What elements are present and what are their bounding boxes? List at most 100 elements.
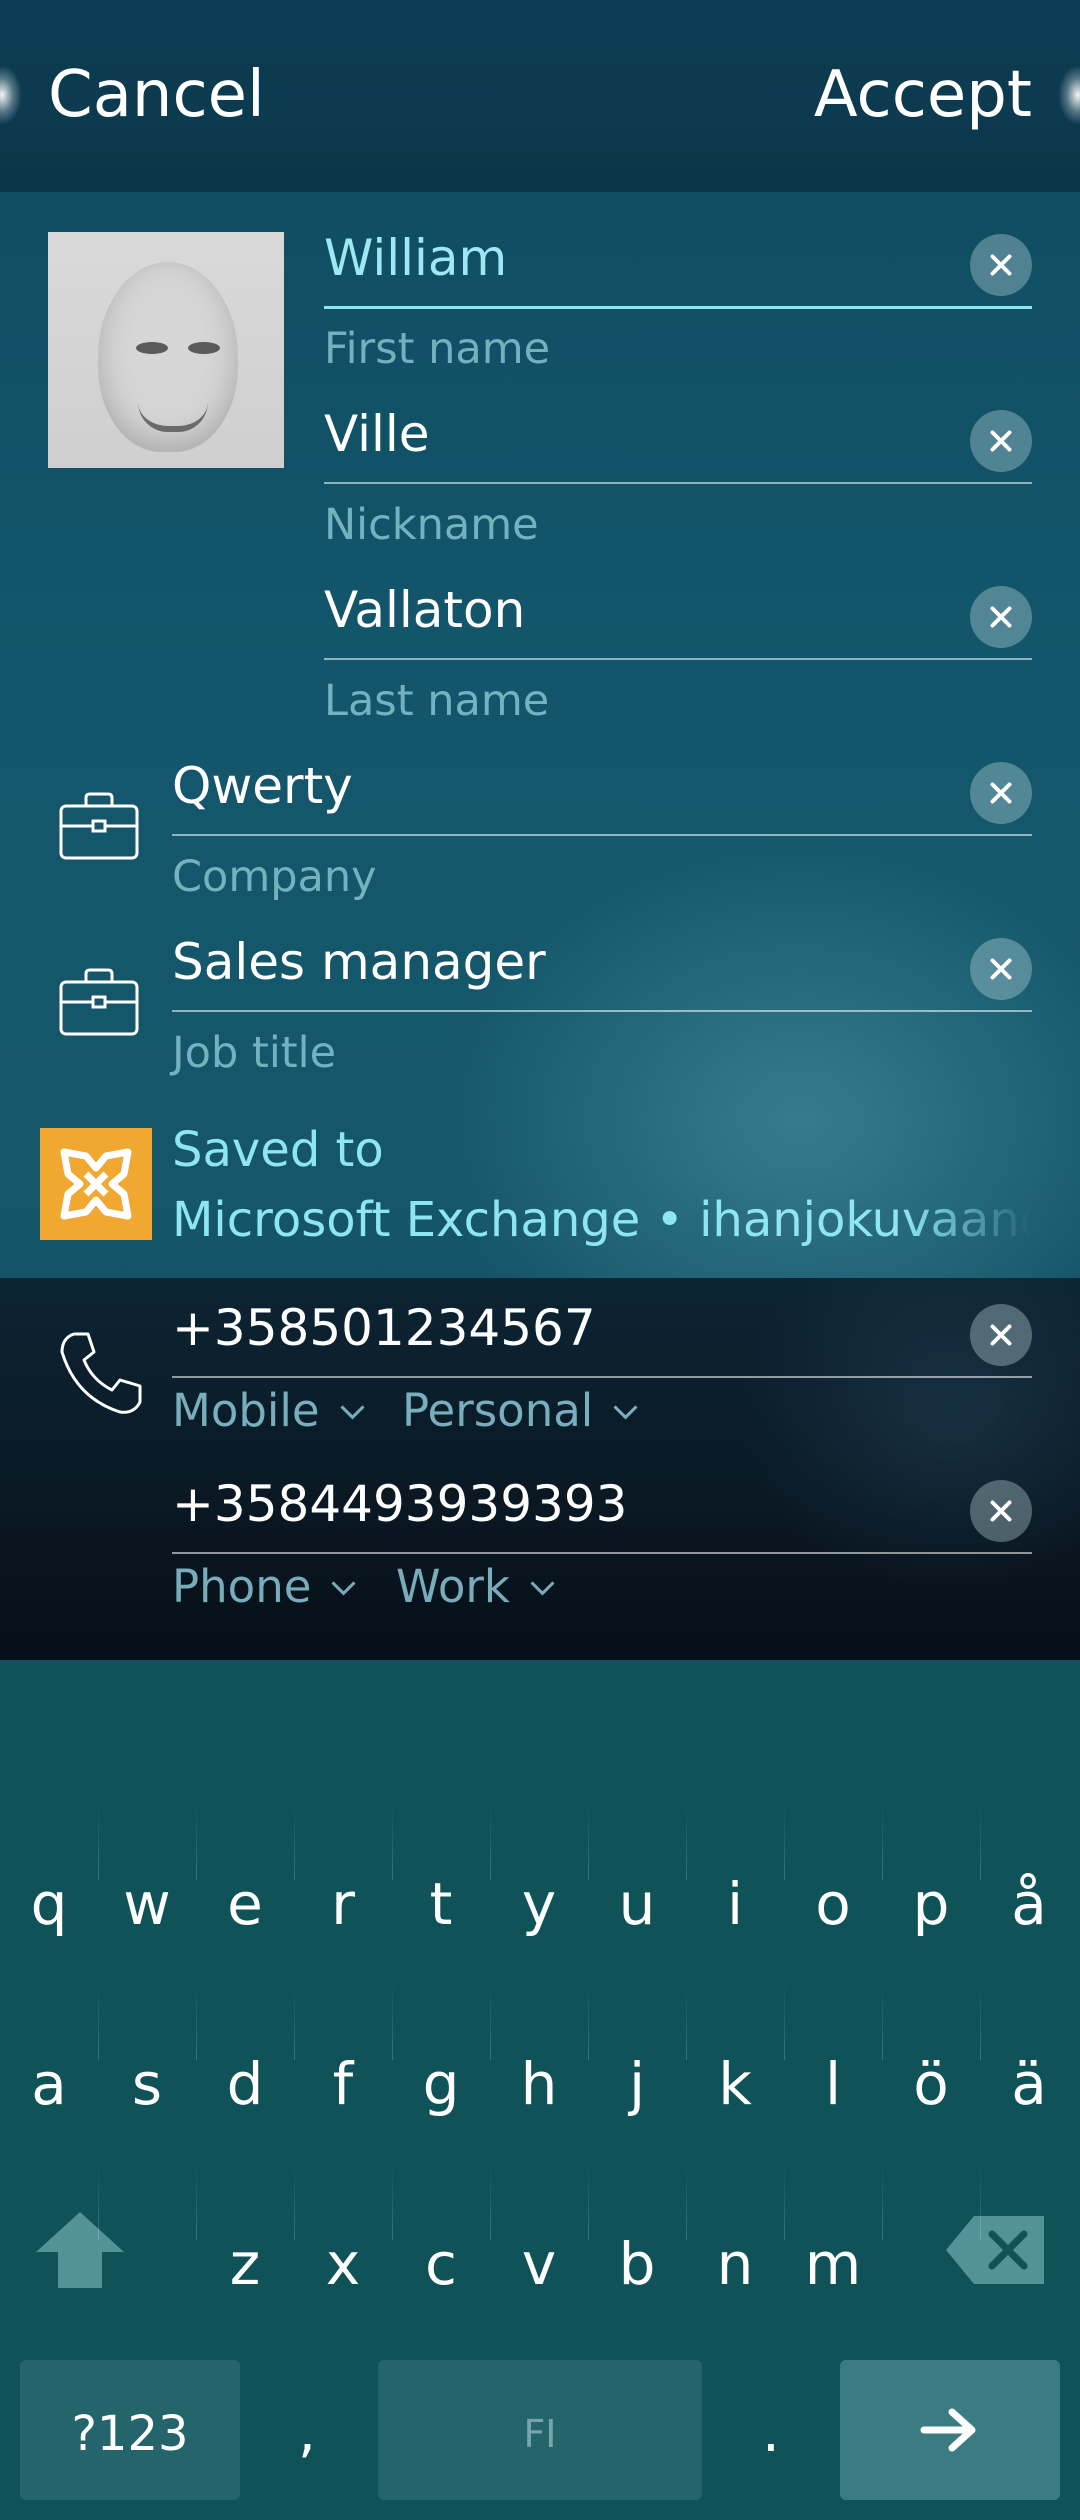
key-p[interactable]: p xyxy=(882,1820,980,1960)
key-divider xyxy=(98,1800,99,1880)
key-o-umlaut[interactable]: ö xyxy=(882,2000,980,2140)
avatar-eye xyxy=(188,342,220,354)
key-divider xyxy=(98,2160,99,2240)
key-m[interactable]: m xyxy=(784,2180,882,2320)
cancel-button[interactable]: Cancel xyxy=(48,55,265,135)
phone-type-dropdown[interactable]: Phone xyxy=(172,1560,356,1613)
clear-job-title-button[interactable] xyxy=(970,938,1032,1000)
key-c[interactable]: c xyxy=(392,2180,490,2320)
key-z[interactable]: z xyxy=(196,2180,294,2320)
key-w[interactable]: w xyxy=(98,1820,196,1960)
job-title-input[interactable]: Sales manager xyxy=(172,930,546,994)
arrow-right-icon xyxy=(920,2408,976,2452)
key-divider xyxy=(392,2160,393,2240)
field-underline xyxy=(172,1552,1032,1554)
backspace-icon[interactable] xyxy=(944,2212,1048,2288)
symbols-key[interactable]: ?123 xyxy=(20,2360,240,2500)
key-divider xyxy=(98,1980,99,2060)
exchange-logo-icon xyxy=(40,1128,152,1240)
phone-context-dropdown[interactable]: Work xyxy=(396,1560,555,1613)
company-input[interactable]: Qwerty xyxy=(172,754,353,818)
key-divider xyxy=(490,1800,491,1880)
first-name-input[interactable]: William xyxy=(324,226,507,290)
key-y[interactable]: y xyxy=(490,1820,588,1960)
key-f[interactable]: f xyxy=(294,2000,392,2140)
key-g[interactable]: g xyxy=(392,2000,490,2140)
key-divider xyxy=(196,1980,197,2060)
enter-key[interactable] xyxy=(840,2360,1060,2500)
nickname-input[interactable]: Ville xyxy=(324,402,430,466)
key-o[interactable]: o xyxy=(784,1820,882,1960)
key-divider xyxy=(686,1800,687,1880)
saved-to-account[interactable]: Microsoft Exchange • ihanjokuvaan@o xyxy=(172,1192,1032,1248)
key-a[interactable]: a xyxy=(0,2000,98,2140)
work-phone-input[interactable]: +3584493939393 xyxy=(172,1472,627,1536)
key-r[interactable]: r xyxy=(294,1820,392,1960)
job-title-field[interactable]: Sales manager Job title xyxy=(172,930,1032,1080)
contact-avatar[interactable] xyxy=(48,232,284,468)
accept-button[interactable]: Accept xyxy=(814,55,1032,135)
key-x[interactable]: x xyxy=(294,2180,392,2320)
clear-nickname-button[interactable] xyxy=(970,410,1032,472)
avatar-eye xyxy=(136,342,168,354)
company-label: Company xyxy=(172,852,377,902)
key-q[interactable]: q xyxy=(0,1820,98,1960)
key-divider xyxy=(588,1800,589,1880)
field-underline xyxy=(324,658,1032,660)
key-n[interactable]: n xyxy=(686,2180,784,2320)
key-b[interactable]: b xyxy=(588,2180,686,2320)
avatar-face xyxy=(98,262,238,452)
first-name-field[interactable]: William First name xyxy=(324,226,1032,376)
phone-context-label: Personal xyxy=(402,1384,594,1437)
last-name-field[interactable]: Vallaton Last name xyxy=(324,578,1032,728)
clear-company-button[interactable] xyxy=(970,762,1032,824)
chevron-down-icon xyxy=(340,1395,365,1420)
phone-type-label: Phone xyxy=(172,1560,312,1613)
first-name-label: First name xyxy=(324,324,551,374)
key-t[interactable]: t xyxy=(392,1820,490,1960)
last-name-label: Last name xyxy=(324,676,550,726)
key-l[interactable]: l xyxy=(784,2000,882,2140)
key-divider xyxy=(294,1800,295,1880)
key-divider xyxy=(882,2160,883,2240)
right-edge-glow xyxy=(1058,65,1080,125)
clear-last-name-button[interactable] xyxy=(970,586,1032,648)
briefcase-icon xyxy=(59,968,139,1036)
key-divider xyxy=(294,1980,295,2060)
key-period[interactable]: . xyxy=(762,2400,780,2465)
last-name-input[interactable]: Vallaton xyxy=(324,578,525,642)
key-d[interactable]: d xyxy=(196,2000,294,2140)
key-e[interactable]: e xyxy=(196,1820,294,1960)
symbols-key-label: ?123 xyxy=(71,2406,189,2462)
phone-context-label: Work xyxy=(396,1560,510,1613)
chevron-down-icon xyxy=(331,1571,356,1596)
field-underline xyxy=(324,306,1032,309)
key-comma[interactable]: , xyxy=(298,2400,316,2465)
key-k[interactable]: k xyxy=(686,2000,784,2140)
shift-icon[interactable] xyxy=(32,2208,128,2292)
key-u[interactable]: u xyxy=(588,1820,686,1960)
chevron-down-icon xyxy=(613,1395,638,1420)
phone-context-dropdown[interactable]: Personal xyxy=(402,1384,638,1437)
field-underline xyxy=(324,482,1032,484)
key-divider xyxy=(392,1980,393,2060)
field-underline xyxy=(172,834,1032,836)
field-underline xyxy=(172,1010,1032,1012)
clear-first-name-button[interactable] xyxy=(970,234,1032,296)
phone-type-dropdown[interactable]: Mobile xyxy=(172,1384,365,1437)
space-key[interactable]: FI xyxy=(378,2360,702,2500)
key-a-ring[interactable]: å xyxy=(980,1820,1078,1960)
key-v[interactable]: v xyxy=(490,2180,588,2320)
key-divider xyxy=(294,2160,295,2240)
key-h[interactable]: h xyxy=(490,2000,588,2140)
mobile-phone-input[interactable]: +358501234567 xyxy=(172,1296,596,1360)
company-field[interactable]: Qwerty Company xyxy=(172,754,1032,904)
key-i[interactable]: i xyxy=(686,1820,784,1960)
nickname-field[interactable]: Ville Nickname xyxy=(324,402,1032,552)
key-j[interactable]: j xyxy=(588,2000,686,2140)
clear-mobile-phone-button[interactable] xyxy=(970,1304,1032,1366)
key-divider xyxy=(196,1800,197,1880)
key-a-umlaut[interactable]: ä xyxy=(980,2000,1078,2140)
clear-work-phone-button[interactable] xyxy=(970,1480,1032,1542)
key-s[interactable]: s xyxy=(98,2000,196,2140)
